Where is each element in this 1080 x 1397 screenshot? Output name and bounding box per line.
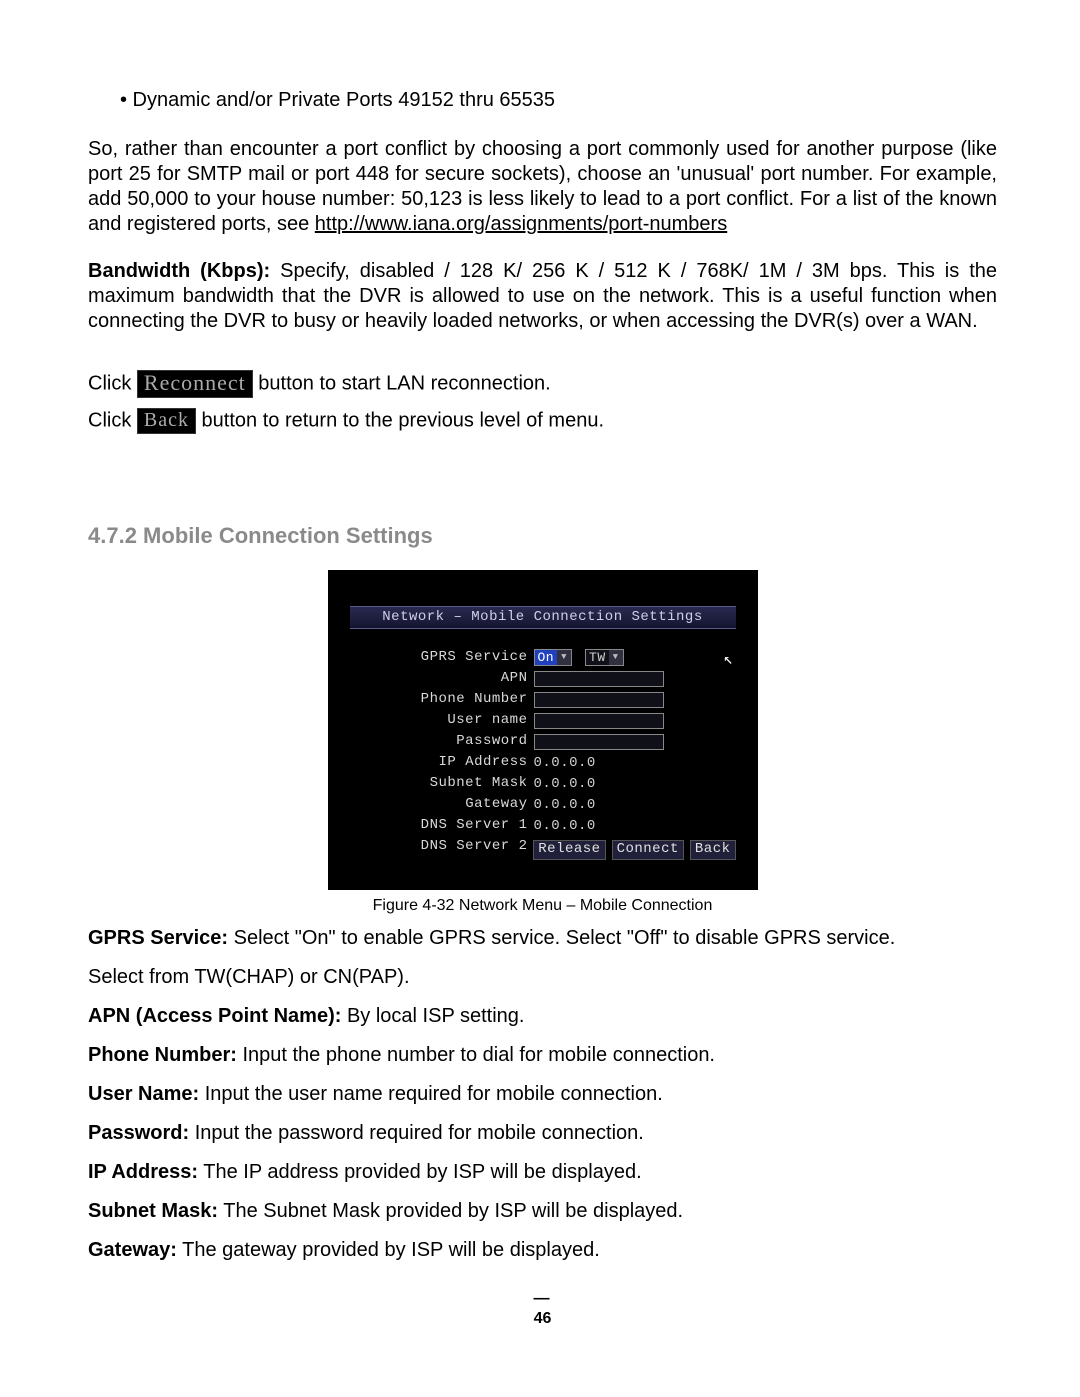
def-apn-label: APN (Access Point Name): (88, 1005, 341, 1027)
def-user: User Name: Input the user name required … (88, 1082, 997, 1107)
bandwidth-label: Bandwidth (Kbps): (88, 260, 270, 282)
def-password-label: Password: (88, 1122, 189, 1144)
password-input[interactable] (534, 734, 664, 750)
subnet-mask-value: 0.0.0.0 (534, 776, 664, 792)
dns1-value: 0.0.0.0 (534, 818, 664, 834)
def-user-text: Input the user name required for mobile … (199, 1083, 663, 1105)
paragraph-port-conflict: So, rather than encounter a port conflic… (88, 137, 997, 237)
reconnect-tail: button to start LAN reconnection. (253, 372, 551, 394)
def-mask-label: Subnet Mask: (88, 1200, 218, 1222)
page-dash: — (88, 1289, 997, 1309)
def-ip-text: The IP address provided by ISP will be d… (198, 1161, 642, 1183)
click-back-line: Click Back button to return to the previ… (88, 408, 997, 434)
def-gateway-label: Gateway: (88, 1239, 177, 1261)
apn-label: APN (368, 670, 534, 688)
def-mask-text: The Subnet Mask provided by ISP will be … (218, 1200, 683, 1222)
click-word-2: Click (88, 409, 137, 431)
bullet-dynamic-ports: • Dynamic and/or Private Ports 49152 thr… (120, 88, 997, 113)
def-gateway: Gateway: The gateway provided by ISP wil… (88, 1238, 997, 1263)
gprs-service-label: GPRS Service (368, 649, 534, 667)
figure-caption: Figure 4-32 Network Menu – Mobile Connec… (88, 896, 997, 916)
gprs-tw-value: TW (586, 650, 609, 665)
back-tail: button to return to the previous level o… (196, 409, 604, 431)
def-user-label: User Name: (88, 1083, 199, 1105)
def-gprs: GPRS Service: Select "On" to enable GPRS… (88, 926, 997, 951)
def-ip: IP Address: The IP address provided by I… (88, 1160, 997, 1185)
connect-button[interactable]: Connect (612, 840, 684, 860)
section-heading: 4.7.2 Mobile Connection Settings (88, 522, 997, 550)
def-ip-label: IP Address: (88, 1161, 198, 1183)
def-gprs-text: Select "On" to enable GPRS service. Sele… (228, 927, 895, 949)
apn-input[interactable] (534, 671, 664, 687)
def-password-text: Input the password required for mobile c… (189, 1122, 644, 1144)
release-button[interactable]: Release (533, 840, 605, 860)
click-word: Click (88, 372, 137, 394)
def-phone: Phone Number: Input the phone number to … (88, 1043, 997, 1068)
def-phone-label: Phone Number: (88, 1044, 237, 1066)
chevron-down-icon: ▼ (557, 650, 571, 665)
user-label: User name (368, 712, 534, 730)
def-gprs-extra: Select from TW(CHAP) or CN(PAP). (88, 965, 997, 990)
iana-link[interactable]: http://www.iana.org/assignments/port-num… (315, 213, 727, 235)
mobile-connection-screenshot: Network – Mobile Connection Settings ↖ G… (328, 570, 758, 890)
def-mask: Subnet Mask: The Subnet Mask provided by… (88, 1199, 997, 1224)
gateway-value: 0.0.0.0 (534, 797, 664, 813)
reconnect-button[interactable]: Reconnect (137, 370, 253, 398)
def-gprs-label: GPRS Service: (88, 927, 228, 949)
user-input[interactable] (534, 713, 664, 729)
subnet-mask-label: Subnet Mask (368, 775, 534, 793)
page-number-block: — 46 (88, 1289, 997, 1329)
section-number: 4.7.2 (88, 523, 137, 548)
def-apn-text: By local ISP setting. (341, 1005, 524, 1027)
gprs-on-value: On (535, 650, 558, 665)
def-password: Password: Input the password required fo… (88, 1121, 997, 1146)
gprs-region-select[interactable]: TW ▼ (585, 649, 624, 666)
dns2-label: DNS Server 2 (368, 838, 534, 856)
gateway-label: Gateway (368, 796, 534, 814)
ip-address-label: IP Address (368, 754, 534, 772)
gprs-service-select[interactable]: On ▼ (534, 649, 573, 666)
password-label: Password (368, 733, 534, 751)
page-number: 46 (88, 1309, 997, 1329)
def-phone-text: Input the phone number to dial for mobil… (237, 1044, 715, 1066)
def-gateway-text: The gateway provided by ISP will be disp… (177, 1239, 600, 1261)
click-reconnect-line: Click Reconnect button to start LAN reco… (88, 370, 997, 398)
screenshot-titlebar: Network – Mobile Connection Settings (350, 606, 736, 630)
paragraph-bandwidth: Bandwidth (Kbps): Specify, disabled / 12… (88, 259, 997, 334)
section-title: Mobile Connection Settings (137, 523, 433, 548)
phone-label: Phone Number (368, 691, 534, 709)
back-button-inline[interactable]: Back (137, 408, 196, 434)
chevron-down-icon: ▼ (609, 650, 623, 665)
def-apn: APN (Access Point Name): By local ISP se… (88, 1004, 997, 1029)
phone-input[interactable] (534, 692, 664, 708)
dns1-label: DNS Server 1 (368, 817, 534, 835)
ip-address-value: 0.0.0.0 (534, 755, 664, 771)
back-button[interactable]: Back (690, 840, 736, 860)
